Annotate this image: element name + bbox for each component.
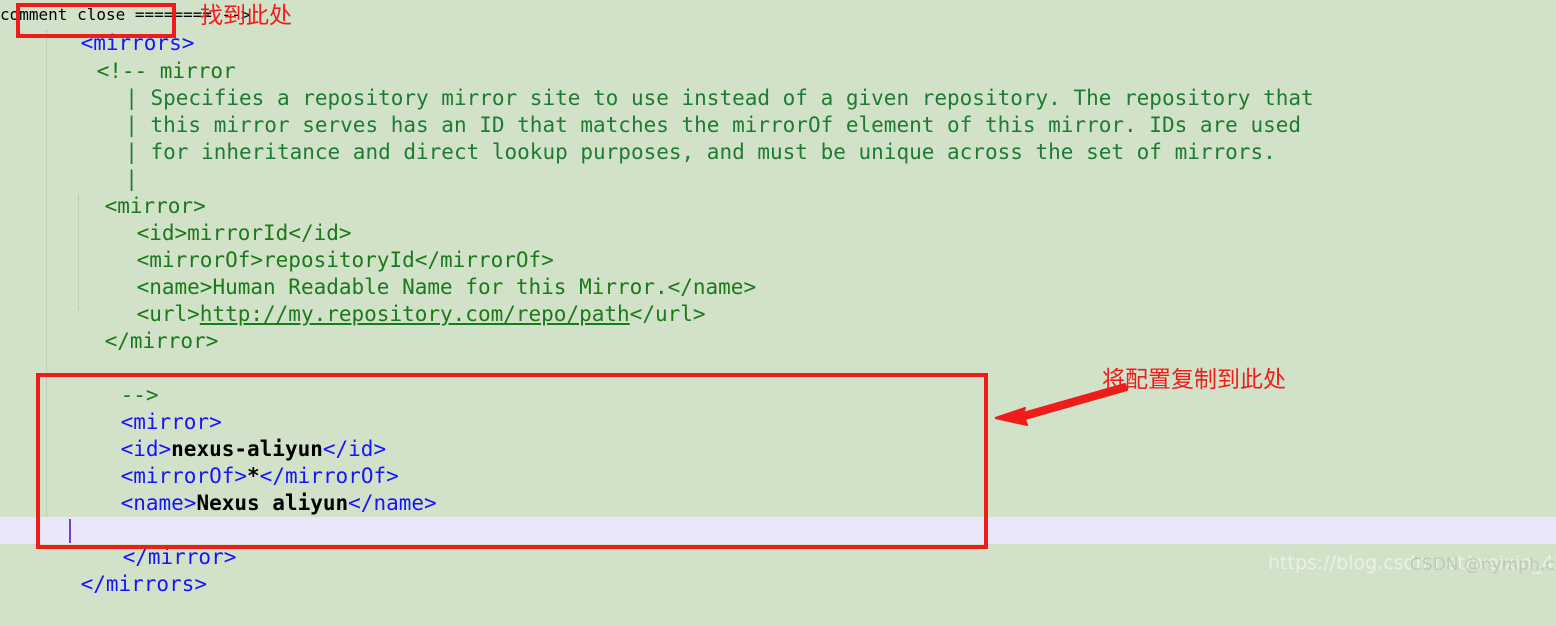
code-line-comment-body-2[interactable]: | for inheritance and direct lookup purp…	[62, 112, 1276, 164]
code-line-comment-body-0[interactable]: | Specifies a repository mirror site to …	[62, 58, 1313, 110]
code-line-mirrors-close[interactable]: </mirrors>	[30, 544, 207, 596]
code-line-mirrors-open[interactable]: <mirrors>	[30, 3, 195, 55]
sample-url-value[interactable]: http://my.repository.com/repo/path	[200, 302, 630, 326]
code-line-sample-name[interactable]: <name>Human Readable Name for this Mirro…	[86, 247, 757, 299]
sample-mirror-close-tag: </mirror>	[104, 329, 219, 354]
mirrors-close-tag: </mirrors>	[80, 572, 208, 597]
code-line-sample-url[interactable]: <url>http://my.repository.com/repo/path<…	[86, 274, 706, 326]
annotation-find-here: 找到此处	[200, 3, 292, 29]
code-line-active-mirrorof[interactable]: <mirrorOf>*</mirrorOf>	[70, 436, 399, 488]
annotation-copy-here: 将配置复制到此处	[1102, 367, 1286, 393]
code-line-sample-mirror-close[interactable]: </mirror>	[54, 301, 219, 353]
code-line-active-name[interactable]: <name>Nexus aliyun</name>	[70, 463, 437, 515]
text-caret	[69, 519, 71, 543]
sample-url-close-tag: </url>	[629, 302, 706, 327]
code-line-active-url[interactable]: <url>http://maven.aliyun.com/nexus/conte…	[70, 490, 905, 542]
code-line-comment-open[interactable]: <!-- mirror	[46, 31, 236, 83]
code-line-sample-mirror-open[interactable]: <mirror>	[54, 166, 206, 218]
code-line-comment-body-1[interactable]: | this mirror serves has an ID that matc…	[62, 85, 1301, 137]
code-line-comment-body-3[interactable]: |	[62, 139, 138, 191]
comment-body-text: | for inheritance and direct lookup purp…	[112, 140, 1276, 165]
code-line-active-mirror-open[interactable]: <mirror>	[70, 382, 222, 434]
code-line-active-mirror-close[interactable]: </mirror>	[72, 517, 237, 569]
code-line-sample-mirrorof[interactable]: <mirrorOf>repositoryId</mirrorOf>	[86, 220, 554, 272]
code-line-active-id[interactable]: <id>nexus-aliyun</id>	[70, 409, 387, 461]
code-line-comment-close[interactable]: -->	[70, 355, 159, 407]
code-editor-surface[interactable]: <mirrors> <!-- mirror | Specifies a repo…	[0, 0, 1556, 596]
code-line-sample-id[interactable]: <id>mirrorId</id>	[86, 193, 352, 245]
